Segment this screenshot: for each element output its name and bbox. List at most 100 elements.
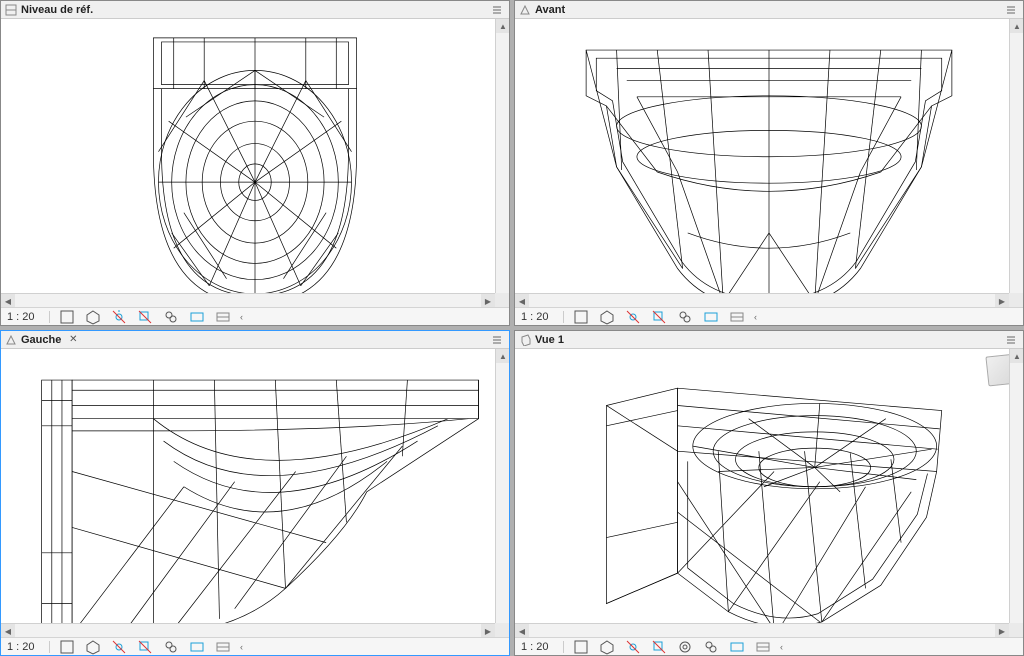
pane-menu-button[interactable] [1003,4,1019,16]
scale-label[interactable]: 1 : 20 [521,641,555,653]
scroll-right-button[interactable]: ▶ [481,294,495,308]
statusbar-expand-icon[interactable]: ‹ [240,312,243,322]
crop-view-icon[interactable] [162,639,180,655]
title-3d: Vue 1 [535,334,564,346]
visual-style-icon[interactable] [84,309,102,325]
titlebar-plan[interactable]: Niveau de réf. [1,1,509,19]
scroll-corner [1009,623,1023,637]
wireframe-front [515,19,1023,325]
scrollbar-horizontal[interactable]: ◀ ▶ [1,623,495,637]
sun-path-off-icon[interactable] [624,639,642,655]
elevation-view-icon [519,4,531,16]
scale-label[interactable]: 1 : 20 [521,311,555,323]
scroll-track[interactable] [496,33,509,293]
statusbar-expand-icon[interactable]: ‹ [780,642,783,652]
wireframe-plan [1,19,509,325]
viewport-grid: Niveau de réf. [0,0,1024,656]
scroll-right-button[interactable]: ▶ [995,294,1009,308]
title-front: Avant [535,4,565,16]
scroll-track[interactable] [529,624,995,637]
statusbar-expand-icon[interactable]: ‹ [754,312,757,322]
scroll-right-button[interactable]: ▶ [481,624,495,638]
shadows-off-icon[interactable] [136,309,154,325]
scroll-track[interactable] [529,294,995,307]
pane-left: Gauche ✕ [0,330,510,656]
scrollbar-horizontal[interactable]: ◀ ▶ [515,623,1009,637]
reveal-hidden-icon[interactable] [214,309,232,325]
scale-label[interactable]: 1 : 20 [7,311,41,323]
visual-style-icon[interactable] [84,639,102,655]
hide-isolate-icon[interactable] [728,639,746,655]
render-settings-icon[interactable] [676,639,694,655]
sun-path-off-icon[interactable] [110,639,128,655]
sun-path-off-icon[interactable] [624,309,642,325]
scroll-up-button[interactable]: ▲ [1010,19,1024,33]
scroll-corner [1009,293,1023,307]
scroll-track[interactable] [15,624,481,637]
scrollbar-horizontal[interactable]: ◀ ▶ [1,293,495,307]
statusbar-plan: 1 : 20 ‹ [1,307,509,325]
reveal-hidden-icon[interactable] [728,309,746,325]
crop-view-icon[interactable] [162,309,180,325]
elevation-view-icon [5,334,17,346]
scale-label[interactable]: 1 : 20 [7,641,41,653]
scrollbar-vertical[interactable]: ▲ ▼ [495,19,509,307]
viewport-plan[interactable] [1,19,509,325]
statusbar-expand-icon[interactable]: ‹ [240,642,243,652]
scrollbar-horizontal[interactable]: ◀ ▶ [515,293,1009,307]
reveal-hidden-icon[interactable] [214,639,232,655]
scroll-left-button[interactable]: ◀ [515,624,529,638]
scroll-track[interactable] [1010,33,1023,293]
scroll-up-button[interactable]: ▲ [1010,349,1024,363]
pane-menu-button[interactable] [1003,334,1019,346]
pane-3d: Vue 1 [514,330,1024,656]
scroll-corner [495,293,509,307]
visual-style-icon[interactable] [598,309,616,325]
sun-path-off-icon[interactable] [110,309,128,325]
scrollbar-vertical[interactable]: ▲ ▼ [495,349,509,637]
reveal-hidden-icon[interactable] [754,639,772,655]
view-style-icon[interactable] [58,309,76,325]
pane-menu-button[interactable] [489,4,505,16]
hide-isolate-icon[interactable] [188,309,206,325]
scroll-up-button[interactable]: ▲ [496,349,510,363]
crop-view-icon[interactable] [702,639,720,655]
scroll-left-button[interactable]: ◀ [1,624,15,638]
scroll-track[interactable] [15,294,481,307]
scroll-up-button[interactable]: ▲ [496,19,510,33]
viewport-left[interactable] [1,349,509,655]
visual-style-icon[interactable] [598,639,616,655]
view-style-icon[interactable] [572,309,590,325]
scroll-track[interactable] [496,363,509,623]
scroll-left-button[interactable]: ◀ [1,294,15,308]
viewport-3d[interactable] [515,349,1023,655]
hide-isolate-icon[interactable] [188,639,206,655]
crop-view-icon[interactable] [676,309,694,325]
close-tab-button[interactable]: ✕ [65,333,81,347]
scrollbar-vertical[interactable]: ▲ ▼ [1009,349,1023,637]
statusbar-3d: 1 : 20 ‹ [515,637,1023,655]
statusbar-left: 1 : 20 ‹ [1,637,509,655]
scroll-right-button[interactable]: ▶ [995,624,1009,638]
plan-view-icon [5,4,17,16]
statusbar-front: 1 : 20 ‹ [515,307,1023,325]
title-plan: Niveau de réf. [21,4,93,16]
titlebar-left[interactable]: Gauche ✕ [1,331,509,349]
title-left: Gauche [21,334,61,346]
hide-isolate-icon[interactable] [702,309,720,325]
pane-menu-button[interactable] [489,334,505,346]
view-style-icon[interactable] [572,639,590,655]
scroll-track[interactable] [1010,363,1023,623]
wireframe-left [1,349,509,655]
shadows-off-icon[interactable] [136,639,154,655]
pane-plan: Niveau de réf. [0,0,510,326]
shadows-off-icon[interactable] [650,309,668,325]
shadows-off-icon[interactable] [650,639,668,655]
3d-view-icon [519,334,531,346]
viewport-front[interactable] [515,19,1023,325]
titlebar-3d[interactable]: Vue 1 [515,331,1023,349]
titlebar-front[interactable]: Avant [515,1,1023,19]
scrollbar-vertical[interactable]: ▲ ▼ [1009,19,1023,307]
view-style-icon[interactable] [58,639,76,655]
scroll-left-button[interactable]: ◀ [515,294,529,308]
